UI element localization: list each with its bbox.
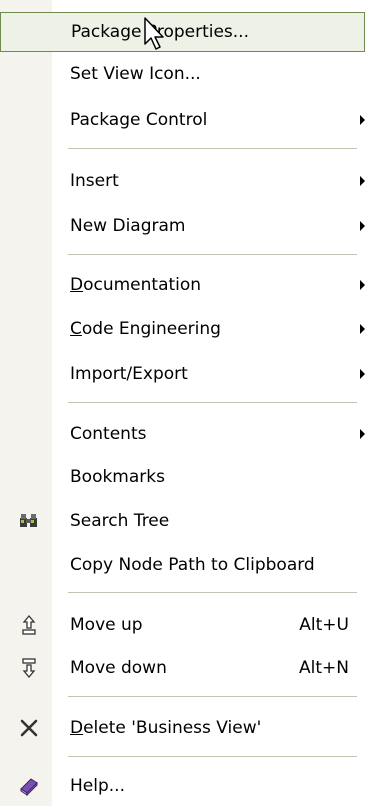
menu-item-bookmarks[interactable]: Bookmarks — [0, 457, 365, 497]
menu-item-move-up[interactable]: Move up Alt+U — [0, 605, 365, 645]
menu-item-label: Package Properties... — [71, 22, 249, 42]
menu-item-label: Insert — [70, 171, 119, 191]
submenu-arrow-icon — [360, 280, 365, 290]
menu-item-label: Contents — [70, 424, 147, 444]
shortcut-label: Alt+N — [299, 658, 349, 678]
context-menu: Package Properties... Set View Icon... P… — [0, 0, 365, 806]
submenu-arrow-icon — [360, 176, 365, 186]
shortcut-label: Alt+U — [299, 615, 349, 635]
submenu-arrow-icon — [360, 324, 365, 334]
menu-separator — [68, 696, 357, 697]
menu-item-package-properties[interactable]: Package Properties... — [0, 12, 365, 52]
menu-item-label: Set View Icon... — [70, 64, 201, 84]
menu-item-help[interactable]: Help... — [0, 766, 365, 806]
menu-item-new-diagram[interactable]: New Diagram — [0, 206, 365, 246]
menu-item-set-view-icon[interactable]: Set View Icon... — [0, 54, 365, 94]
menu-item-insert[interactable]: Insert — [0, 161, 365, 201]
submenu-arrow-icon — [360, 369, 365, 379]
menu-item-code-engineering[interactable]: Code Engineering — [0, 309, 365, 349]
help-book-icon — [18, 775, 40, 797]
menu-item-documentation[interactable]: Documentation — [0, 265, 365, 305]
menu-separator — [68, 148, 357, 149]
menu-item-label: Import/Export — [70, 364, 188, 384]
move-down-icon — [18, 657, 40, 679]
submenu-arrow-icon — [360, 429, 365, 439]
menu-item-label: Code Engineering — [70, 319, 221, 339]
menu-item-delete[interactable]: Delete 'Business View' — [0, 708, 365, 748]
menu-item-label: Help... — [70, 776, 125, 796]
menu-item-copy-node-path[interactable]: Copy Node Path to Clipboard — [0, 545, 365, 585]
menu-item-label: Delete 'Business View' — [70, 718, 262, 738]
menu-item-label: Bookmarks — [70, 467, 165, 487]
menu-item-move-down[interactable]: Move down Alt+N — [0, 648, 365, 688]
menu-item-label: Documentation — [70, 275, 202, 295]
menu-item-label: New Diagram — [70, 216, 186, 236]
menu-item-package-control[interactable]: Package Control — [0, 100, 365, 140]
menu-item-search-tree[interactable]: Search Tree — [0, 501, 365, 541]
binoculars-icon — [18, 510, 40, 532]
menu-item-label: Copy Node Path to Clipboard — [70, 555, 315, 575]
menu-separator — [68, 592, 357, 593]
menu-item-contents[interactable]: Contents — [0, 414, 365, 454]
menu-separator — [68, 402, 357, 403]
menu-item-label: Search Tree — [70, 511, 170, 531]
delete-icon — [18, 717, 40, 739]
menu-item-label: Move down — [70, 658, 167, 678]
menu-item-label: Move up — [70, 615, 143, 635]
submenu-arrow-icon — [360, 221, 365, 231]
move-up-icon — [18, 614, 40, 636]
menu-separator — [68, 254, 357, 255]
menu-item-import-export[interactable]: Import/Export — [0, 354, 365, 394]
menu-separator — [68, 756, 357, 757]
submenu-arrow-icon — [360, 115, 365, 125]
menu-item-label: Package Control — [70, 110, 208, 130]
